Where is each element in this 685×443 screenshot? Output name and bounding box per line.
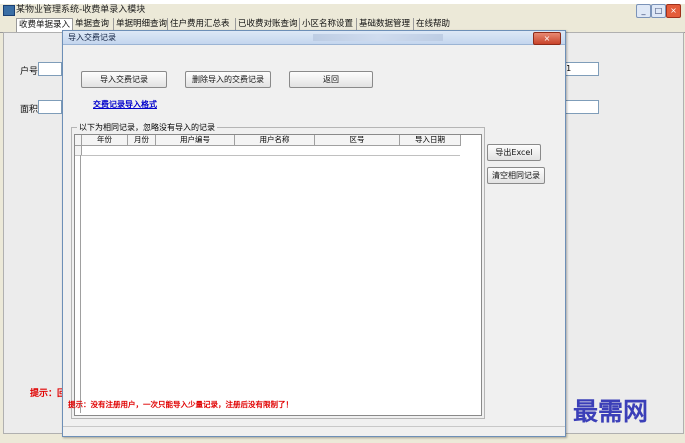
area-input[interactable]	[38, 100, 62, 114]
clear-duplicates-button[interactable]: 清空相同记录	[487, 167, 545, 184]
dialog-title-decoration	[313, 34, 443, 41]
column-header-user-name[interactable]: 用户名称	[235, 135, 315, 146]
dialog-title: 导入交费记录	[68, 33, 116, 42]
column-header-area-code[interactable]: 区号	[315, 135, 400, 146]
column-header-user-id[interactable]: 用户编号	[156, 135, 235, 146]
household-input[interactable]	[38, 62, 62, 76]
grid-corner	[75, 135, 82, 146]
row-selector[interactable]	[75, 146, 82, 155]
registration-warning: 提示：没有注册用户，一次只能导入少量记录，注册后没有限制了！	[68, 400, 293, 409]
close-window-button[interactable]: ×	[666, 4, 681, 18]
grid-divider	[80, 155, 81, 413]
dialog-divider	[63, 426, 565, 427]
app-icon	[3, 5, 15, 16]
main-hint: 提示：回	[30, 389, 67, 399]
maximize-button[interactable]: □	[651, 4, 666, 18]
household-label: 户号	[20, 67, 39, 77]
minimize-button[interactable]: _	[636, 4, 651, 18]
dialog-close-button[interactable]: ×	[533, 32, 561, 45]
column-header-import-date[interactable]: 导入日期	[400, 135, 461, 146]
export-excel-button[interactable]: 导出Excel	[487, 144, 541, 161]
column-header-month[interactable]: 月份	[128, 135, 156, 146]
delete-imported-button[interactable]: 删除导入的交费记录	[185, 71, 271, 88]
window-title: 某物业管理系统-收费单录入模块	[16, 5, 146, 15]
watermark-text: 最需网	[573, 397, 649, 426]
group-title: 以下为相同记录，忽略没有导入的记录	[77, 122, 217, 133]
back-button[interactable]: 返回	[289, 71, 373, 88]
import-records-button[interactable]: 导入交费记录	[81, 71, 167, 88]
import-format-link[interactable]: 交费记录导入格式	[93, 99, 157, 110]
import-dialog: 导入交费记录 × 导入交费记录 删除导入的交费记录 返回 交费记录导入格式 以下…	[62, 30, 566, 437]
column-header-year[interactable]: 年份	[82, 135, 128, 146]
records-grid[interactable]: 年份 月份 用户编号 用户名称 区号 导入日期	[74, 134, 482, 416]
table-row[interactable]	[75, 146, 460, 156]
area-label: 面积	[20, 105, 39, 115]
